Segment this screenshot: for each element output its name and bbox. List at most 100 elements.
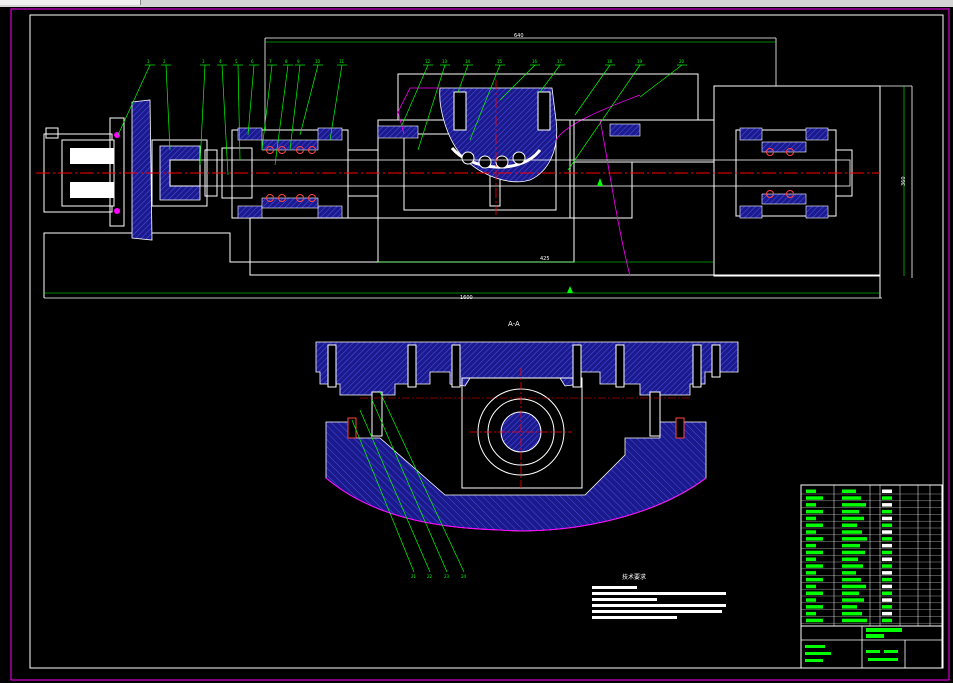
svg-text:7: 7 xyxy=(269,59,272,64)
parts-list-cell xyxy=(882,584,892,589)
parts-list-cell xyxy=(842,503,866,507)
svg-text:24: 24 xyxy=(461,574,467,579)
parts-list-cell xyxy=(882,611,892,616)
parts-list-cell xyxy=(806,543,816,548)
svg-text:12: 12 xyxy=(425,59,431,64)
parts-list-cell xyxy=(882,537,892,541)
svg-text:2: 2 xyxy=(163,59,166,64)
parts-list-cell xyxy=(842,611,862,616)
parts-list-cell xyxy=(842,591,859,595)
balloon-3: 3 xyxy=(199,59,210,166)
svg-text:11: 11 xyxy=(339,59,345,64)
parts-list-cell xyxy=(842,605,857,609)
dim-mid: 425 xyxy=(540,256,550,262)
balloon-10: 10 xyxy=(299,59,323,136)
parts-list-cell xyxy=(842,584,866,589)
parts-list-cell xyxy=(842,543,860,548)
balloon-6: 6 xyxy=(247,59,259,136)
parts-list-cell xyxy=(842,564,863,568)
svg-text:13: 13 xyxy=(442,59,448,64)
svg-text:20: 20 xyxy=(679,59,685,64)
balloon-7: 7 xyxy=(261,59,277,151)
parts-list-cell xyxy=(882,557,892,561)
svg-text:5: 5 xyxy=(235,59,238,64)
section-view xyxy=(315,341,739,532)
parts-list-cell xyxy=(842,523,857,527)
parts-list-cell xyxy=(806,564,823,568)
parts-list-cell xyxy=(806,489,816,493)
cad-canvas[interactable]: 1600 640 425 360 1 2 3 4 5 6 7 8 9 10 11 12 13 14 15 16… xyxy=(0,0,953,683)
balloon-17: 17 xyxy=(539,59,565,93)
parts-list-cell xyxy=(882,489,892,493)
parts-list-cell xyxy=(842,530,862,534)
parts-list-cell xyxy=(842,550,865,555)
parts-list-cell xyxy=(882,577,892,582)
parts-list-cell xyxy=(806,571,816,575)
svg-text:9: 9 xyxy=(297,59,300,64)
parts-list-cell xyxy=(806,509,823,514)
svg-text:14: 14 xyxy=(465,59,471,64)
balloon-5: 5 xyxy=(233,59,243,161)
parts-list-cell xyxy=(806,611,816,616)
parts-list-cell xyxy=(882,530,892,534)
parts-list-cell xyxy=(806,537,823,541)
parts-list-cell xyxy=(806,523,823,527)
parts-list-cell xyxy=(806,550,823,555)
parts-list-cell xyxy=(882,618,892,623)
parts-list-cell xyxy=(882,523,892,527)
parts-list-cell xyxy=(882,496,892,500)
balloon-19: 19 xyxy=(567,59,645,171)
balloon-2: 2 xyxy=(161,59,171,151)
balloon-18: 18 xyxy=(574,59,615,116)
section-label: A-A xyxy=(508,320,520,328)
parts-list-cell xyxy=(806,503,816,507)
svg-text:16: 16 xyxy=(532,59,538,64)
svg-text:6: 6 xyxy=(251,59,254,64)
parts-list-cell xyxy=(882,543,892,548)
parts-list-cell xyxy=(842,618,867,623)
parts-list-cell xyxy=(882,503,892,507)
dim-height: 360 xyxy=(901,176,907,186)
parts-list-cell xyxy=(806,577,823,582)
svg-text:19: 19 xyxy=(637,59,643,64)
svg-text:3: 3 xyxy=(202,59,205,64)
part-balloons-top: 1 2 3 4 5 6 7 8 9 10 11 12 13 14 15 16 17 18 19 20 xyxy=(117,59,687,176)
svg-text:22: 22 xyxy=(427,574,433,579)
svg-text:1: 1 xyxy=(147,59,150,64)
balloon-14: 14 xyxy=(457,59,473,93)
parts-list-cell xyxy=(806,605,823,609)
parts-list-cell xyxy=(882,591,892,595)
parts-list-cell xyxy=(882,598,892,602)
svg-text:21: 21 xyxy=(411,574,417,579)
svg-text:18: 18 xyxy=(607,59,613,64)
parts-list-cell xyxy=(842,598,864,602)
parts-list-cell xyxy=(806,618,823,623)
dim-overall: 1600 xyxy=(460,295,473,301)
parts-list-cell xyxy=(806,598,816,602)
svg-text:23: 23 xyxy=(444,574,450,579)
svg-text:4: 4 xyxy=(219,59,222,64)
parts-list-cell xyxy=(842,496,861,500)
parts-list-cell xyxy=(842,537,867,541)
parts-list-cell xyxy=(842,577,861,582)
parts-list-cell xyxy=(842,489,856,493)
balloon-20: 20 xyxy=(639,59,687,98)
balloon-9: 9 xyxy=(289,59,305,151)
svg-text:10: 10 xyxy=(315,59,321,64)
main-assembly-view xyxy=(36,37,913,299)
title-block xyxy=(800,484,943,669)
parts-list-cell xyxy=(842,557,858,561)
svg-text:15: 15 xyxy=(497,59,503,64)
technical-notes xyxy=(592,586,726,619)
parts-list-cell xyxy=(806,557,816,561)
parts-list-cell xyxy=(806,516,816,521)
svg-text:17: 17 xyxy=(557,59,563,64)
parts-list-cell xyxy=(806,496,823,500)
parts-list-cell xyxy=(806,530,816,534)
balloon-12: 12 xyxy=(401,59,433,126)
parts-list-cell xyxy=(882,550,892,555)
dim-top: 640 xyxy=(514,33,524,39)
parts-list-cell xyxy=(882,605,892,609)
parts-list-cell xyxy=(842,571,856,575)
parts-list-cell xyxy=(842,516,864,521)
